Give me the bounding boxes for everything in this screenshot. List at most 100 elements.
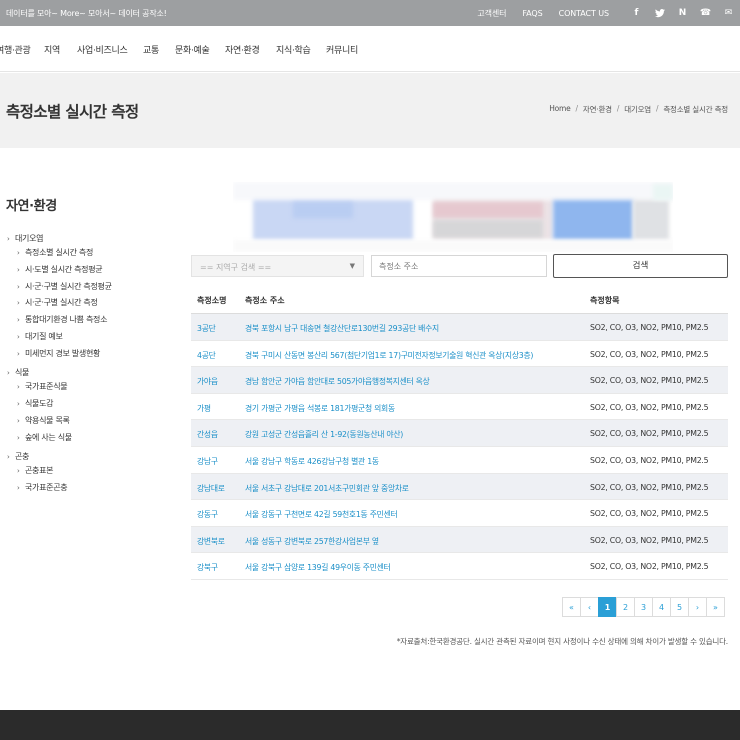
- sidebar-item-insect-specimens[interactable]: › 곤충표본: [17, 465, 54, 476]
- station-address-link[interactable]: 서울 서초구 강남대로 201서초구민회관 앞 중앙차로: [245, 483, 409, 494]
- customer-center-link[interactable]: 고객센터: [477, 8, 506, 19]
- nav-item-transport[interactable]: 교통: [143, 43, 159, 56]
- sidebar-item-label: 대기질 예보: [25, 332, 63, 341]
- station-address-link[interactable]: 경기 가평군 가평읍 석봉로 181가평군청 의회동: [245, 403, 395, 414]
- station-address-link[interactable]: 경남 함안군 가야읍 함안대로 505가야읍행정복지센터 옥상: [245, 376, 430, 387]
- station-name-link[interactable]: 간성읍: [197, 429, 218, 440]
- sidebar-item-label: 숲에 사는 식물: [25, 433, 72, 442]
- breadcrumb-separator: /: [575, 104, 579, 113]
- station-address-link[interactable]: 서울 강남구 학동로 426강남구청 별관 1동: [245, 456, 379, 467]
- nav-item-culture[interactable]: 문화·예술: [175, 43, 210, 56]
- page-4-button[interactable]: 4: [652, 597, 671, 617]
- station-address-link[interactable]: 서울 강동구 구천면로 42길 59천호1동 주민센터: [245, 509, 398, 520]
- chevron-right-icon: ›: [17, 400, 20, 408]
- table-row: 강동구 서울 강동구 구천면로 42길 59천호1동 주민센터 SO2, CO, O…: [191, 500, 728, 527]
- station-name-link[interactable]: 가평: [197, 403, 211, 414]
- sidebar-item-sigungu-average[interactable]: › 시·군·구별 실시간 측정평균: [17, 281, 112, 292]
- breadcrumb-nature[interactable]: 자연·환경: [583, 104, 612, 115]
- measured-items: SO2, CO, O3, NO2, PM10, PM2.5: [590, 429, 709, 439]
- nav-item-community[interactable]: 커뮤니티: [326, 43, 358, 56]
- search-button[interactable]: 검색: [553, 254, 728, 278]
- sidebar-item-standard-insects[interactable]: › 국가표준곤충: [17, 482, 68, 493]
- page-next-button[interactable]: ›: [688, 597, 707, 617]
- top-links: 고객센터 FAQS CONTACT US f N ☎ ✉: [477, 0, 740, 26]
- station-name-link[interactable]: 가야읍: [197, 376, 218, 387]
- station-name-link[interactable]: 강동구: [197, 509, 218, 520]
- nav-item-knowledge[interactable]: 지식·학습: [276, 43, 311, 56]
- station-table: 측정소명 측정소 주소 측정항목 3공단 경북 포항시 남구 대송면 철강산단로1…: [191, 286, 728, 580]
- station-name-link[interactable]: 강남구: [197, 456, 218, 467]
- sidebar-item-label: 시·도별 실시간 측정평균: [25, 265, 103, 274]
- sidebar-item-station-realtime[interactable]: › 측정소별 실시간 측정: [17, 247, 93, 258]
- chevron-right-icon: ›: [17, 417, 20, 425]
- station-name-link[interactable]: 4공단: [197, 350, 216, 361]
- nav-item-nature[interactable]: 자연·환경: [225, 43, 260, 56]
- region-select[interactable]: == 지역구 검색 == ▼: [191, 255, 364, 277]
- table-row: 가야읍 경남 함안군 가야읍 함안대로 505가야읍행정복지센터 옥상 SO2, C…: [191, 367, 728, 394]
- page-title: 측정소별 실시간 측정: [6, 103, 139, 121]
- station-name-link[interactable]: 강남대로: [197, 483, 225, 494]
- sidebar-item-sigungu-realtime[interactable]: › 시·군·구별 실시간 측정: [17, 297, 98, 308]
- page-last-button[interactable]: »: [706, 597, 725, 617]
- table-row: 4공단 경북 구미시 산동면 봉산리 567(첨단기업1로 17)구미전자정보기술…: [191, 341, 728, 368]
- facebook-icon[interactable]: f: [625, 0, 648, 26]
- nav-item-travel[interactable]: 여행·관광: [0, 43, 31, 56]
- breadcrumb-home[interactable]: Home: [549, 104, 571, 115]
- mail-icon[interactable]: ✉: [717, 0, 740, 26]
- sidebar-item-label: 식물도감: [25, 399, 54, 408]
- station-address-link[interactable]: 서울 성동구 강변북로 257한강사업본부 옆: [245, 536, 379, 547]
- sidebar-item-bad-stations[interactable]: › 통합대기환경 나쁨 측정소: [17, 314, 107, 325]
- station-address-link[interactable]: 경북 포항시 남구 대송면 철강산단로130번길 293공단 배수지: [245, 323, 439, 334]
- faqs-link[interactable]: FAQS: [522, 9, 542, 18]
- nav-item-business[interactable]: 사업·비즈니스: [77, 43, 128, 56]
- column-header-name: 측정소명: [197, 296, 227, 305]
- twitter-icon[interactable]: [648, 0, 671, 26]
- page-2-button[interactable]: 2: [616, 597, 635, 617]
- naver-icon[interactable]: N: [671, 0, 694, 26]
- sidebar-item-sido-average[interactable]: › 시·도별 실시간 측정평균: [17, 264, 103, 275]
- sidebar-item-forecast[interactable]: › 대기질 예보: [17, 331, 63, 342]
- table-row: 강남구 서울 강남구 학동로 426강남구청 별관 1동 SO2, CO, O3, …: [191, 447, 728, 474]
- contact-us-link[interactable]: CONTACT US: [559, 9, 610, 18]
- sidebar-item-forest-plants[interactable]: › 숲에 사는 식물: [17, 432, 72, 443]
- sidebar-group-label: 대기오염: [15, 234, 44, 243]
- station-address-link[interactable]: 강원 고성군 간성읍흘리 산 1-92(동원농산내 야산): [245, 429, 403, 440]
- breadcrumb: Home / 자연·환경 / 대기오염 / 측정소별 실시간 측정: [549, 104, 728, 115]
- measured-items: SO2, CO, O3, NO2, PM10, PM2.5: [590, 562, 709, 572]
- chevron-right-icon: ›: [7, 235, 10, 243]
- sidebar-item-standard-plants[interactable]: › 국가표준식물: [17, 381, 68, 392]
- station-name-link[interactable]: 3공단: [197, 323, 216, 334]
- station-address-link[interactable]: 경북 구미시 산동면 봉산리 567(첨단기업1로 17)구미전자정보기술원 혁…: [245, 350, 533, 361]
- page-1-button[interactable]: 1: [598, 597, 617, 617]
- pagination: « ‹ 1 2 3 4 5 › »: [562, 597, 725, 617]
- dropdown-caret-icon: ▼: [349, 262, 355, 270]
- sidebar-group-air[interactable]: › 대기오염: [7, 233, 44, 244]
- page-5-button[interactable]: 5: [670, 597, 689, 617]
- phone-icon[interactable]: ☎: [694, 0, 717, 26]
- page-3-button[interactable]: 3: [634, 597, 653, 617]
- breadcrumb-air[interactable]: 대기오염: [624, 104, 651, 115]
- sidebar-item-label: 측정소별 실시간 측정: [25, 248, 94, 257]
- page-prev-button[interactable]: ‹: [580, 597, 599, 617]
- breadcrumb-separator: /: [616, 104, 620, 113]
- chevron-right-icon: ›: [17, 283, 20, 291]
- table-row: 강변북로 서울 성동구 강변북로 257한강사업본부 옆 SO2, CO, O3, …: [191, 526, 728, 554]
- sidebar-group-plants[interactable]: › 식물: [7, 367, 29, 378]
- page-first-button[interactable]: «: [562, 597, 581, 617]
- station-name-link[interactable]: 강변북로: [197, 536, 225, 547]
- station-name-link[interactable]: 강북구: [197, 562, 218, 573]
- sidebar-item-medicinal-plants[interactable]: › 약용식물 목록: [17, 415, 70, 426]
- table-row: 3공단 경북 포항시 남구 대송면 철강산단로130번길 293공단 배수지 SO2…: [191, 314, 728, 341]
- sidebar-item-label: 국가표준식물: [25, 382, 68, 391]
- sidebar-group-insects[interactable]: › 곤충: [7, 451, 29, 462]
- top-bar: 데이터를 모아~ More~ 모아서~ 데이터 공작소! 고객센터 FAQS C…: [0, 0, 740, 26]
- sidebar-item-plant-guide[interactable]: › 식물도감: [17, 398, 54, 409]
- sidebar-item-dust-alerts[interactable]: › 미세먼지 경보 발생현황: [17, 348, 100, 359]
- nav-item-region[interactable]: 지역: [44, 43, 60, 56]
- table-row: 가평 경기 가평군 가평읍 석봉로 181가평군청 의회동 SO2, CO, O3,…: [191, 394, 728, 421]
- station-address-link[interactable]: 서울 강북구 삼양로 139길 49우이동 주민센터: [245, 562, 391, 573]
- address-search-input[interactable]: [371, 255, 547, 277]
- chevron-right-icon: ›: [17, 316, 20, 324]
- measured-items: SO2, CO, O3, NO2, PM10, PM2.5: [590, 482, 709, 492]
- measured-items: SO2, CO, O3, NO2, PM10, PM2.5: [590, 509, 709, 519]
